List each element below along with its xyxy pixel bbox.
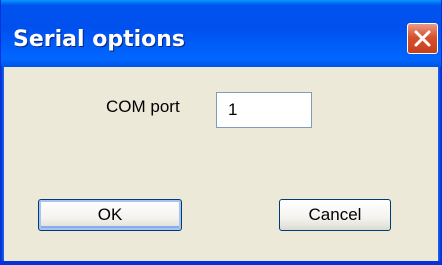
com-port-input[interactable] [216, 92, 312, 128]
window-frame-left [1, 67, 4, 264]
window-frame-bottom [1, 261, 441, 264]
dialog-title: Serial options [13, 27, 185, 52]
close-button[interactable] [407, 23, 438, 54]
title-bar[interactable]: Serial options [1, 0, 441, 67]
cancel-button[interactable]: Cancel [279, 199, 391, 231]
com-port-label: COM port [106, 97, 180, 116]
window-frame-right [438, 67, 441, 264]
serial-options-dialog: Serial options COM port OK Cancel [0, 0, 442, 265]
ok-button[interactable]: OK [38, 199, 182, 231]
